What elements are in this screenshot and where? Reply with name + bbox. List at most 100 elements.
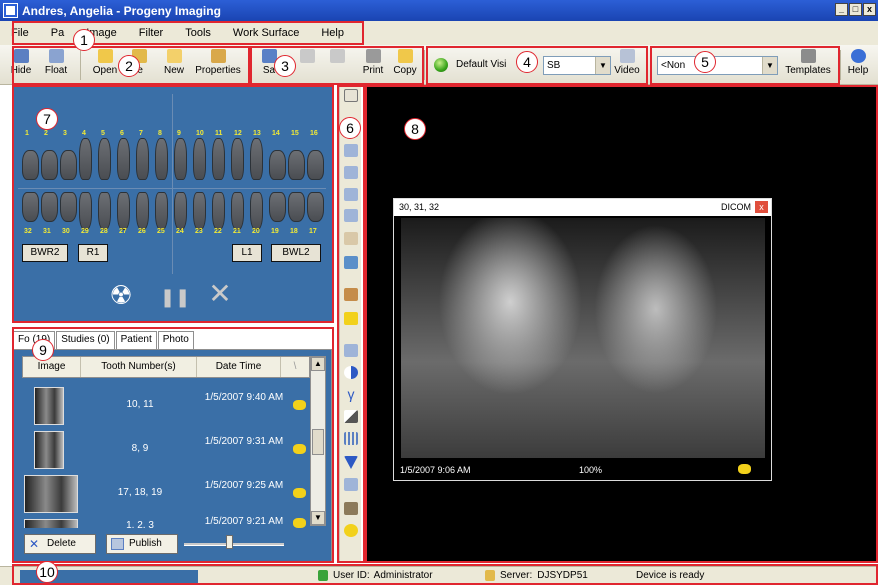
- zoom-fit-icon[interactable]: [344, 188, 358, 201]
- r1-button[interactable]: R1: [78, 244, 108, 262]
- invert-icon[interactable]: [344, 410, 358, 423]
- xray-image[interactable]: [401, 218, 765, 458]
- lower-tooth[interactable]: [155, 192, 168, 230]
- upper-tooth[interactable]: [288, 150, 305, 180]
- close-window-button[interactable]: x: [863, 3, 876, 16]
- contrast-icon[interactable]: [344, 366, 358, 379]
- lower-tooth[interactable]: [98, 192, 111, 230]
- page-icon[interactable]: [344, 344, 358, 357]
- menu-patient[interactable]: Pa: [40, 27, 75, 39]
- upper-tooth[interactable]: [117, 138, 130, 180]
- expand-panel-icon[interactable]: [344, 89, 358, 102]
- column-tooth-numbers[interactable]: Tooth Number(s): [81, 357, 197, 377]
- open-button[interactable]: Open: [88, 49, 122, 83]
- upper-tooth[interactable]: [98, 138, 111, 180]
- publish-button[interactable]: Publish: [106, 534, 178, 554]
- undo-button[interactable]: [326, 49, 348, 83]
- magnifier-icon[interactable]: [344, 209, 358, 222]
- pause-icon[interactable]: ❚❚: [160, 286, 190, 308]
- copy-button[interactable]: Copy: [391, 49, 419, 83]
- properties-button[interactable]: Properties: [192, 49, 244, 83]
- note-icon[interactable]: [293, 488, 306, 498]
- scroll-thumb[interactable]: [312, 429, 324, 455]
- hide-button[interactable]: Hide: [6, 49, 36, 83]
- histogram-icon[interactable]: [344, 432, 358, 445]
- column-image[interactable]: Image: [23, 357, 81, 377]
- close-icon[interactable]: x: [755, 201, 768, 213]
- xray-window[interactable]: 30, 31, 32 DICOM x 1/5/2007 9:06 AM 100%: [393, 198, 772, 481]
- cancel-icon[interactable]: ✕: [206, 280, 234, 308]
- zoom-in-magnifier-icon[interactable]: [344, 144, 358, 157]
- radiation-icon[interactable]: ☢: [108, 282, 134, 308]
- lower-tooth[interactable]: [136, 192, 149, 230]
- upper-tooth[interactable]: [60, 150, 77, 180]
- tooth-icon[interactable]: [344, 502, 358, 515]
- upper-tooth[interactable]: [155, 138, 168, 180]
- pan-hand-icon[interactable]: [344, 232, 358, 245]
- note-icon[interactable]: [293, 444, 306, 454]
- maximize-button[interactable]: □: [849, 3, 862, 16]
- list-item[interactable]: 1, 2, 3 1/5/2007 9:21 AM: [22, 516, 310, 528]
- upper-tooth[interactable]: [136, 138, 149, 180]
- list-item[interactable]: 17, 18, 19 1/5/2007 9:25 AM: [22, 472, 310, 516]
- scroll-up-icon[interactable]: ▲: [311, 357, 325, 371]
- lower-tooth[interactable]: [231, 192, 244, 230]
- lower-tooth[interactable]: [22, 192, 39, 222]
- note-icon[interactable]: [738, 464, 751, 474]
- float-button[interactable]: Float: [38, 49, 74, 83]
- upper-tooth[interactable]: [22, 150, 39, 180]
- lower-tooth[interactable]: [41, 192, 58, 222]
- help-button[interactable]: Help: [846, 49, 870, 83]
- new-button[interactable]: New: [160, 49, 188, 83]
- upper-tooth[interactable]: [174, 138, 187, 180]
- lower-tooth[interactable]: [288, 192, 305, 222]
- templates-button[interactable]: Templates: [782, 49, 834, 83]
- ruler-icon[interactable]: [344, 288, 358, 301]
- lower-tooth[interactable]: [307, 192, 324, 222]
- device-select[interactable]: SB ▼: [543, 56, 611, 75]
- note-icon[interactable]: [293, 400, 306, 410]
- upper-tooth[interactable]: [79, 138, 92, 180]
- image-swap-icon[interactable]: [344, 256, 358, 269]
- upper-tooth[interactable]: [231, 138, 244, 180]
- face-icon[interactable]: [344, 524, 358, 537]
- delete-button[interactable]: ✕ Delete: [24, 534, 96, 554]
- list-item[interactable]: 8, 9 1/5/2007 9:31 AM: [22, 428, 310, 472]
- upper-tooth[interactable]: [193, 138, 206, 180]
- tab-photo[interactable]: Photo: [157, 331, 194, 349]
- note-icon[interactable]: [293, 518, 306, 528]
- lower-tooth[interactable]: [79, 192, 92, 230]
- lower-tooth[interactable]: [174, 192, 187, 230]
- bwr2-button[interactable]: BWR2: [22, 244, 68, 262]
- tab-studies[interactable]: Studies (0): [56, 331, 115, 349]
- list-item[interactable]: 10, 11 1/5/2007 9:40 AM: [22, 384, 310, 428]
- upper-tooth[interactable]: [41, 150, 58, 180]
- upper-tooth[interactable]: [269, 150, 286, 180]
- menu-help[interactable]: Help: [310, 27, 355, 39]
- grid-icon[interactable]: [344, 478, 358, 491]
- filter-icon[interactable]: [344, 456, 358, 469]
- video-button[interactable]: Video: [612, 49, 642, 83]
- upper-tooth[interactable]: [307, 150, 324, 180]
- menu-filter[interactable]: Filter: [128, 27, 174, 39]
- lower-tooth[interactable]: [269, 192, 286, 222]
- template-select[interactable]: <Non ▼: [657, 56, 778, 75]
- minimize-button[interactable]: _: [835, 3, 848, 16]
- lower-tooth[interactable]: [212, 192, 225, 230]
- redo-button[interactable]: [296, 49, 318, 83]
- upper-tooth[interactable]: [212, 138, 225, 180]
- lower-tooth[interactable]: [60, 192, 77, 222]
- lower-tooth[interactable]: [117, 192, 130, 230]
- list-scrollbar[interactable]: ▲ ▼: [310, 356, 326, 526]
- lower-tooth[interactable]: [250, 192, 263, 230]
- slider-handle[interactable]: [226, 535, 233, 549]
- menu-tools[interactable]: Tools: [174, 27, 222, 39]
- annotation-note-icon[interactable]: [344, 312, 358, 325]
- tab-patient[interactable]: Patient: [115, 331, 157, 349]
- menu-work-surface[interactable]: Work Surface: [222, 27, 310, 39]
- thumbnail-size-slider[interactable]: [184, 543, 284, 546]
- zoom-out-icon[interactable]: [344, 166, 358, 179]
- column-date-time[interactable]: Date Time: [197, 357, 281, 377]
- menu-file[interactable]: File: [0, 27, 40, 39]
- l1-button[interactable]: L1: [232, 244, 262, 262]
